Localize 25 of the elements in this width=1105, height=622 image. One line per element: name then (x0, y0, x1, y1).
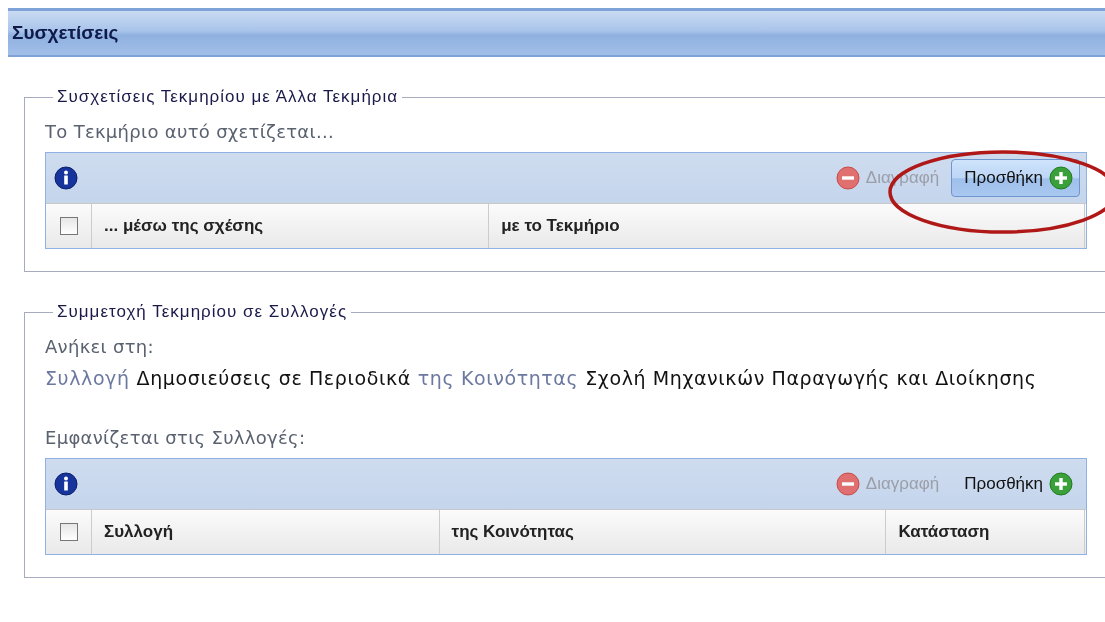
add-button[interactable]: Προσθήκη (951, 465, 1080, 503)
caption-text: Εμφανίζεται στις Συλλογές: (45, 427, 307, 448)
select-all-checkbox[interactable] (59, 523, 78, 541)
add-button[interactable]: Προσθήκη (951, 159, 1080, 197)
minus-icon (835, 166, 860, 190)
panel-title: Συσχετίσεις (12, 22, 119, 44)
caption-text: Το Τεκμήριο αυτό σχετίζεται... (45, 121, 335, 142)
caption-text: Ανήκει στη: (45, 336, 155, 357)
column-header[interactable]: Συλλογή (92, 510, 440, 554)
info-icon (54, 472, 78, 496)
minus-icon (835, 472, 860, 496)
field-value: Σχολή Μηχανικών Παραγωγής και Διοίκησης (585, 367, 1037, 389)
section-legend: Συμμετοχή Τεκμηρίου σε Συλλογές (53, 302, 352, 322)
select-all-checkbox[interactable] (59, 217, 78, 235)
info-icon (54, 166, 78, 190)
field-value: Δημοσιεύσεις σε Περιοδικά (136, 367, 411, 389)
plus-icon (1049, 472, 1073, 496)
column-header[interactable]: με το Τεκμήριο (489, 204, 1085, 248)
field-label: της Κοινότητας (417, 367, 579, 389)
column-header[interactable]: της Κοινότητας (439, 510, 887, 554)
plus-icon (1049, 166, 1073, 190)
column-header[interactable]: Κατάσταση (886, 510, 1085, 554)
section-legend: Συσχετίσεις Τεκμηρίου με Άλλα Τεκμήρια (53, 87, 403, 107)
field-label: Συλλογή (45, 367, 130, 389)
column-header[interactable]: ... μέσω της σχέσης (92, 204, 490, 248)
